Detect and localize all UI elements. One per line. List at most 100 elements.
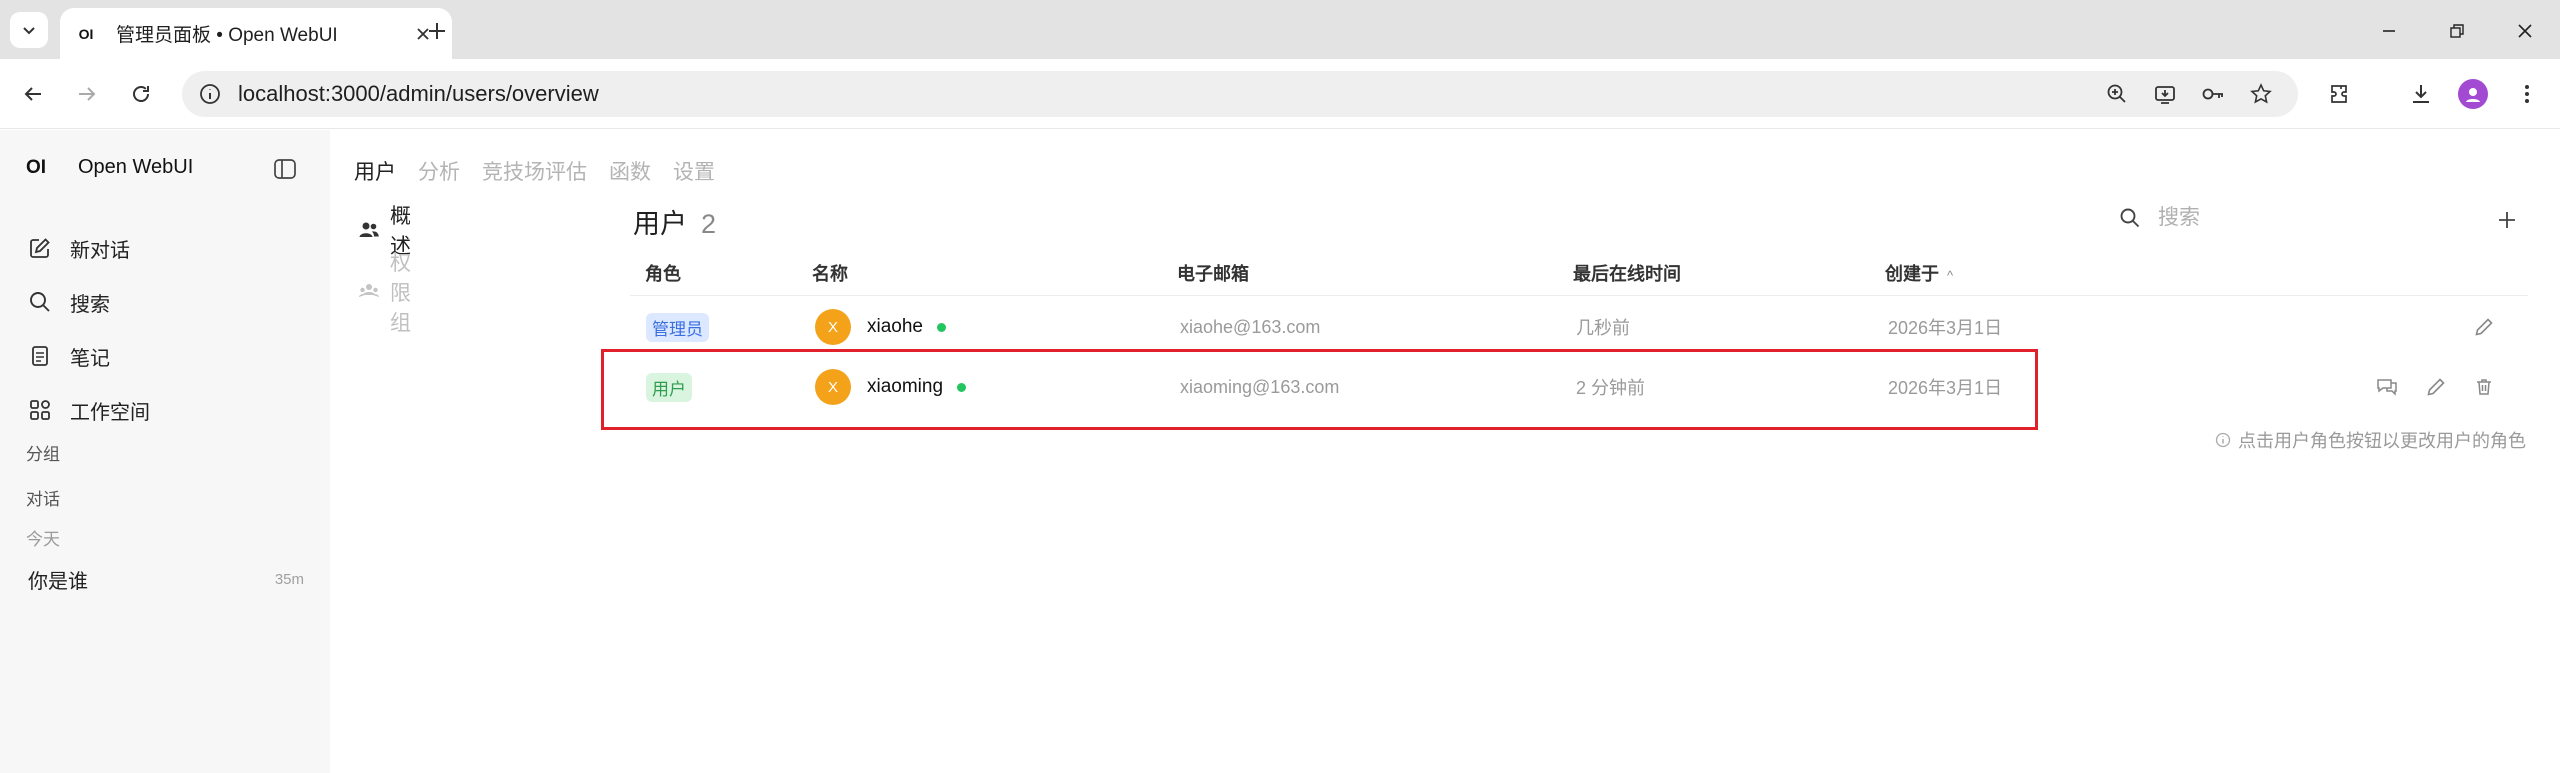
view-user-chats-button[interactable] — [2370, 370, 2404, 404]
back-button[interactable] — [16, 77, 50, 111]
sidebar-day-label: 今天 — [26, 530, 60, 549]
pencil-icon — [2475, 318, 2493, 336]
add-user-button[interactable] — [2490, 203, 2524, 237]
sidebar-chats-heading[interactable]: 对话 — [26, 485, 60, 510]
plus-icon — [2499, 212, 2515, 228]
downloads-icon[interactable] — [2404, 77, 2438, 111]
sidebar-item-new-chat[interactable]: 新对话 — [26, 230, 130, 266]
workspace-icon — [26, 396, 54, 424]
browser-toolbar: localhost:3000/admin/users/overview — [0, 59, 2560, 129]
sidebar-item-search[interactable]: 搜索 — [26, 284, 110, 320]
chat-bubbles-icon — [2377, 379, 2397, 396]
admin-tabs: 用户 分析 竞技场评估 函数 设置 — [354, 156, 737, 186]
sort-asc-icon: ^ — [1947, 268, 1954, 283]
app-sidebar: OI Open WebUI 新对话 搜索 笔记 工作空间 分组 对话 今天 你是… — [0, 130, 330, 773]
browser-menu-icon[interactable] — [2510, 77, 2544, 111]
sidebar-toggle-button[interactable] — [270, 154, 300, 184]
column-header-email[interactable]: 电子邮箱 — [1177, 260, 1249, 286]
plus-icon — [429, 23, 445, 39]
subnav-permission-groups[interactable]: 权限组 — [358, 247, 415, 337]
edit-icon — [26, 234, 54, 262]
trash-icon — [2477, 379, 2491, 395]
brand-name: Open WebUI — [78, 156, 194, 178]
tab-functions[interactable]: 函数 — [609, 156, 651, 186]
sidebar-item-label: 笔记 — [70, 347, 110, 370]
address-bar[interactable]: localhost:3000/admin/users/overview — [182, 71, 2298, 117]
tab-settings[interactable]: 设置 — [673, 156, 715, 186]
restore-icon — [2450, 24, 2464, 38]
chevron-down-icon — [23, 27, 35, 35]
role-badge-button[interactable]: 管理员 — [646, 312, 709, 342]
sidebar-groups-heading[interactable]: 分组 — [26, 440, 60, 465]
search-icon — [2116, 204, 2144, 232]
pencil-icon — [2427, 378, 2445, 396]
sidebar-toggle-icon — [274, 159, 296, 179]
brand-logo: OI — [26, 156, 47, 178]
tab-arena-evaluation[interactable]: 竞技场评估 — [482, 156, 587, 186]
search-icon — [26, 288, 54, 316]
notes-icon — [26, 342, 54, 370]
search-input[interactable] — [2158, 206, 2418, 230]
column-header-name[interactable]: 名称 — [812, 260, 848, 286]
minimize-icon — [2383, 30, 2395, 32]
profile-avatar-icon[interactable] — [2456, 77, 2490, 111]
page-title: 用户 2 — [633, 202, 716, 241]
sidebar-item-label: 工作空间 — [70, 401, 150, 424]
role-change-hint: 点击用户角色按钮以更改用户的角色 — [2214, 427, 2526, 453]
site-info-icon[interactable] — [196, 80, 224, 108]
brand[interactable]: OI Open WebUI — [26, 156, 193, 179]
column-header-role[interactable]: 角色 — [645, 260, 681, 286]
chat-title: 你是谁 — [28, 571, 88, 593]
install-app-icon[interactable] — [2148, 77, 2182, 111]
user-search — [2116, 204, 2418, 232]
restore-button[interactable] — [2440, 14, 2474, 48]
subnav-label: 权限组 — [390, 252, 411, 335]
minimize-button[interactable] — [2372, 14, 2406, 48]
delete-user-button[interactable] — [2467, 370, 2501, 404]
close-icon — [2518, 24, 2532, 38]
chat-list-item[interactable]: 你是谁 35m — [28, 565, 304, 594]
arrow-right-icon — [79, 87, 96, 101]
tab-title: 管理员面板 • Open WebUI — [116, 25, 338, 46]
table-row: 管理员 X xiaohe xiaohe@163.com 几秒前 2026年3月1… — [630, 297, 2528, 357]
bookmark-star-icon[interactable] — [2244, 77, 2278, 111]
browser-tab-strip: OI 管理员面板 • Open WebUI — [0, 0, 2560, 59]
user-last-active: 几秒前 — [1576, 318, 1630, 338]
group-icon — [358, 279, 380, 305]
online-status-dot — [937, 322, 946, 332]
users-icon — [358, 217, 380, 243]
reload-icon — [133, 86, 149, 102]
row-highlight-box — [601, 349, 2038, 430]
sidebar-item-label: 新对话 — [70, 239, 130, 262]
edit-user-button[interactable] — [2419, 370, 2453, 404]
forward-button[interactable] — [70, 77, 104, 111]
sidebar-item-label: 搜索 — [70, 293, 110, 316]
user-email: xiaohe@163.com — [1180, 316, 1321, 337]
hint-text: 点击用户角色按钮以更改用户的角色 — [2238, 431, 2526, 451]
tab-favicon: OI — [78, 25, 94, 42]
new-tab-button[interactable] — [420, 14, 454, 48]
created-header-label: 创建于 — [1885, 264, 1939, 284]
zoom-icon[interactable] — [2100, 77, 2134, 111]
avatar: X — [815, 309, 851, 345]
tab-analytics[interactable]: 分析 — [418, 156, 460, 186]
users-table-header: 角色 名称 电子邮箱 最后在线时间 创建于 ^ — [630, 256, 2528, 296]
sidebar-item-workspace[interactable]: 工作空间 — [26, 392, 150, 428]
info-icon — [2214, 431, 2232, 449]
url-text: localhost:3000/admin/users/overview — [238, 81, 599, 106]
browser-tab-active[interactable]: OI 管理员面板 • Open WebUI — [60, 8, 452, 59]
user-name: xiaohe — [867, 316, 923, 337]
reload-button[interactable] — [124, 77, 158, 111]
tab-search-menu-button[interactable] — [10, 12, 48, 48]
users-count: 2 — [701, 209, 717, 239]
users-title: 用户 — [633, 209, 687, 239]
column-header-created[interactable]: 创建于 ^ — [1885, 260, 1953, 286]
close-window-button[interactable] — [2508, 14, 2542, 48]
tab-users[interactable]: 用户 — [354, 156, 396, 186]
column-header-last-active[interactable]: 最后在线时间 — [1573, 260, 1681, 286]
sidebar-item-notes[interactable]: 笔记 — [26, 338, 110, 374]
user-created: 2026年3月1日 — [1888, 318, 2003, 338]
password-key-icon[interactable] — [2196, 77, 2230, 111]
extensions-icon[interactable] — [2322, 77, 2356, 111]
edit-user-button[interactable] — [2467, 310, 2501, 344]
